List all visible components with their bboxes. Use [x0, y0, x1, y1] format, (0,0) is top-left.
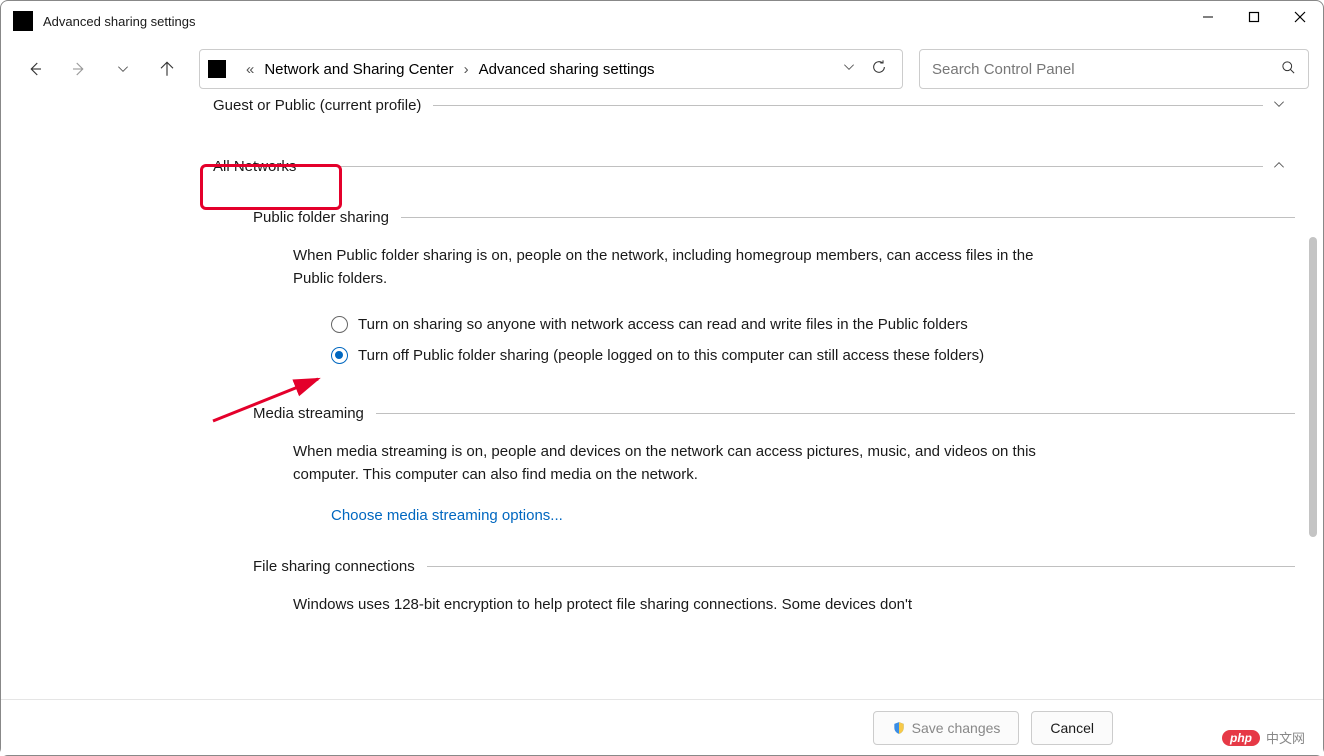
radio-option-turn-on[interactable]: Turn on sharing so anyone with network a…	[331, 313, 1091, 336]
navbar: « Network and Sharing Center › Advanced …	[1, 41, 1323, 97]
save-changes-button[interactable]: Save changes	[873, 711, 1020, 745]
cancel-button-label: Cancel	[1050, 720, 1094, 736]
divider	[376, 413, 1295, 414]
content-area: Guest or Public (current profile) All Ne…	[1, 97, 1295, 691]
up-button[interactable]	[147, 49, 187, 89]
media-streaming-link[interactable]: Choose media streaming options...	[331, 507, 563, 524]
search-icon[interactable]	[1281, 60, 1296, 79]
back-button[interactable]	[15, 49, 55, 89]
breadcrumb-item-2[interactable]: Advanced sharing settings	[479, 61, 655, 78]
section-all-networks[interactable]: All Networks	[213, 158, 1295, 175]
breadcrumb-separator-icon: ›	[464, 61, 469, 78]
radio-icon[interactable]	[331, 347, 348, 364]
chevron-down-icon[interactable]	[1263, 97, 1295, 114]
breadcrumb-prefix-icon: «	[246, 61, 254, 78]
public-folder-sharing-description: When Public folder sharing is on, people…	[293, 244, 1073, 291]
location-icon	[208, 60, 226, 78]
scrollbar-thumb[interactable]	[1309, 237, 1317, 537]
media-streaming-description: When media streaming is on, people and d…	[293, 440, 1073, 487]
divider	[401, 217, 1295, 218]
subsection-heading: Media streaming	[253, 405, 364, 422]
recent-dropdown[interactable]	[103, 49, 143, 89]
watermark-text: 中文网	[1266, 728, 1305, 747]
radio-label: Turn on sharing so anyone with network a…	[358, 313, 968, 336]
section-guest-public-label: Guest or Public (current profile)	[213, 97, 421, 114]
forward-button[interactable]	[59, 49, 99, 89]
search-input[interactable]	[932, 61, 1281, 78]
subsection-heading: Public folder sharing	[253, 209, 389, 226]
breadcrumb-item-1[interactable]: Network and Sharing Center	[264, 61, 453, 78]
refresh-icon[interactable]	[864, 59, 894, 79]
radio-option-turn-off[interactable]: Turn off Public folder sharing (people l…	[331, 344, 1091, 367]
subsection-heading: File sharing connections	[253, 558, 415, 575]
minimize-button[interactable]	[1185, 1, 1231, 33]
subsection-file-sharing-connections: File sharing connections	[253, 558, 1295, 575]
search-box[interactable]	[919, 49, 1309, 89]
address-dropdown-icon[interactable]	[834, 60, 864, 78]
section-all-networks-label: All Networks	[213, 158, 296, 175]
chevron-up-icon[interactable]	[1263, 158, 1295, 175]
app-icon	[13, 11, 33, 31]
window-controls	[1185, 1, 1323, 33]
subsection-public-folder-sharing: Public folder sharing	[253, 209, 1295, 226]
radio-icon[interactable]	[331, 316, 348, 333]
watermark-badge: php	[1222, 730, 1260, 746]
subsection-media-streaming: Media streaming	[253, 405, 1295, 422]
scrollbar[interactable]	[1307, 105, 1319, 691]
section-guest-public[interactable]: Guest or Public (current profile)	[213, 97, 1295, 114]
cancel-button[interactable]: Cancel	[1031, 711, 1113, 745]
save-button-label: Save changes	[912, 720, 1001, 736]
divider	[427, 566, 1295, 567]
bottom-bar: Save changes Cancel	[1, 699, 1323, 755]
maximize-button[interactable]	[1231, 1, 1277, 33]
window-title: Advanced sharing settings	[43, 14, 195, 29]
radio-label: Turn off Public folder sharing (people l…	[358, 344, 984, 367]
address-bar[interactable]: « Network and Sharing Center › Advanced …	[199, 49, 903, 89]
titlebar: Advanced sharing settings	[1, 1, 1323, 41]
file-sharing-connections-description: Windows uses 128-bit encryption to help …	[293, 593, 1073, 616]
shield-icon	[892, 721, 906, 735]
public-folder-sharing-options: Turn on sharing so anyone with network a…	[331, 313, 1295, 368]
watermark: php 中文网	[1222, 728, 1305, 747]
divider	[433, 105, 1263, 106]
divider	[308, 166, 1263, 167]
close-button[interactable]	[1277, 1, 1323, 33]
